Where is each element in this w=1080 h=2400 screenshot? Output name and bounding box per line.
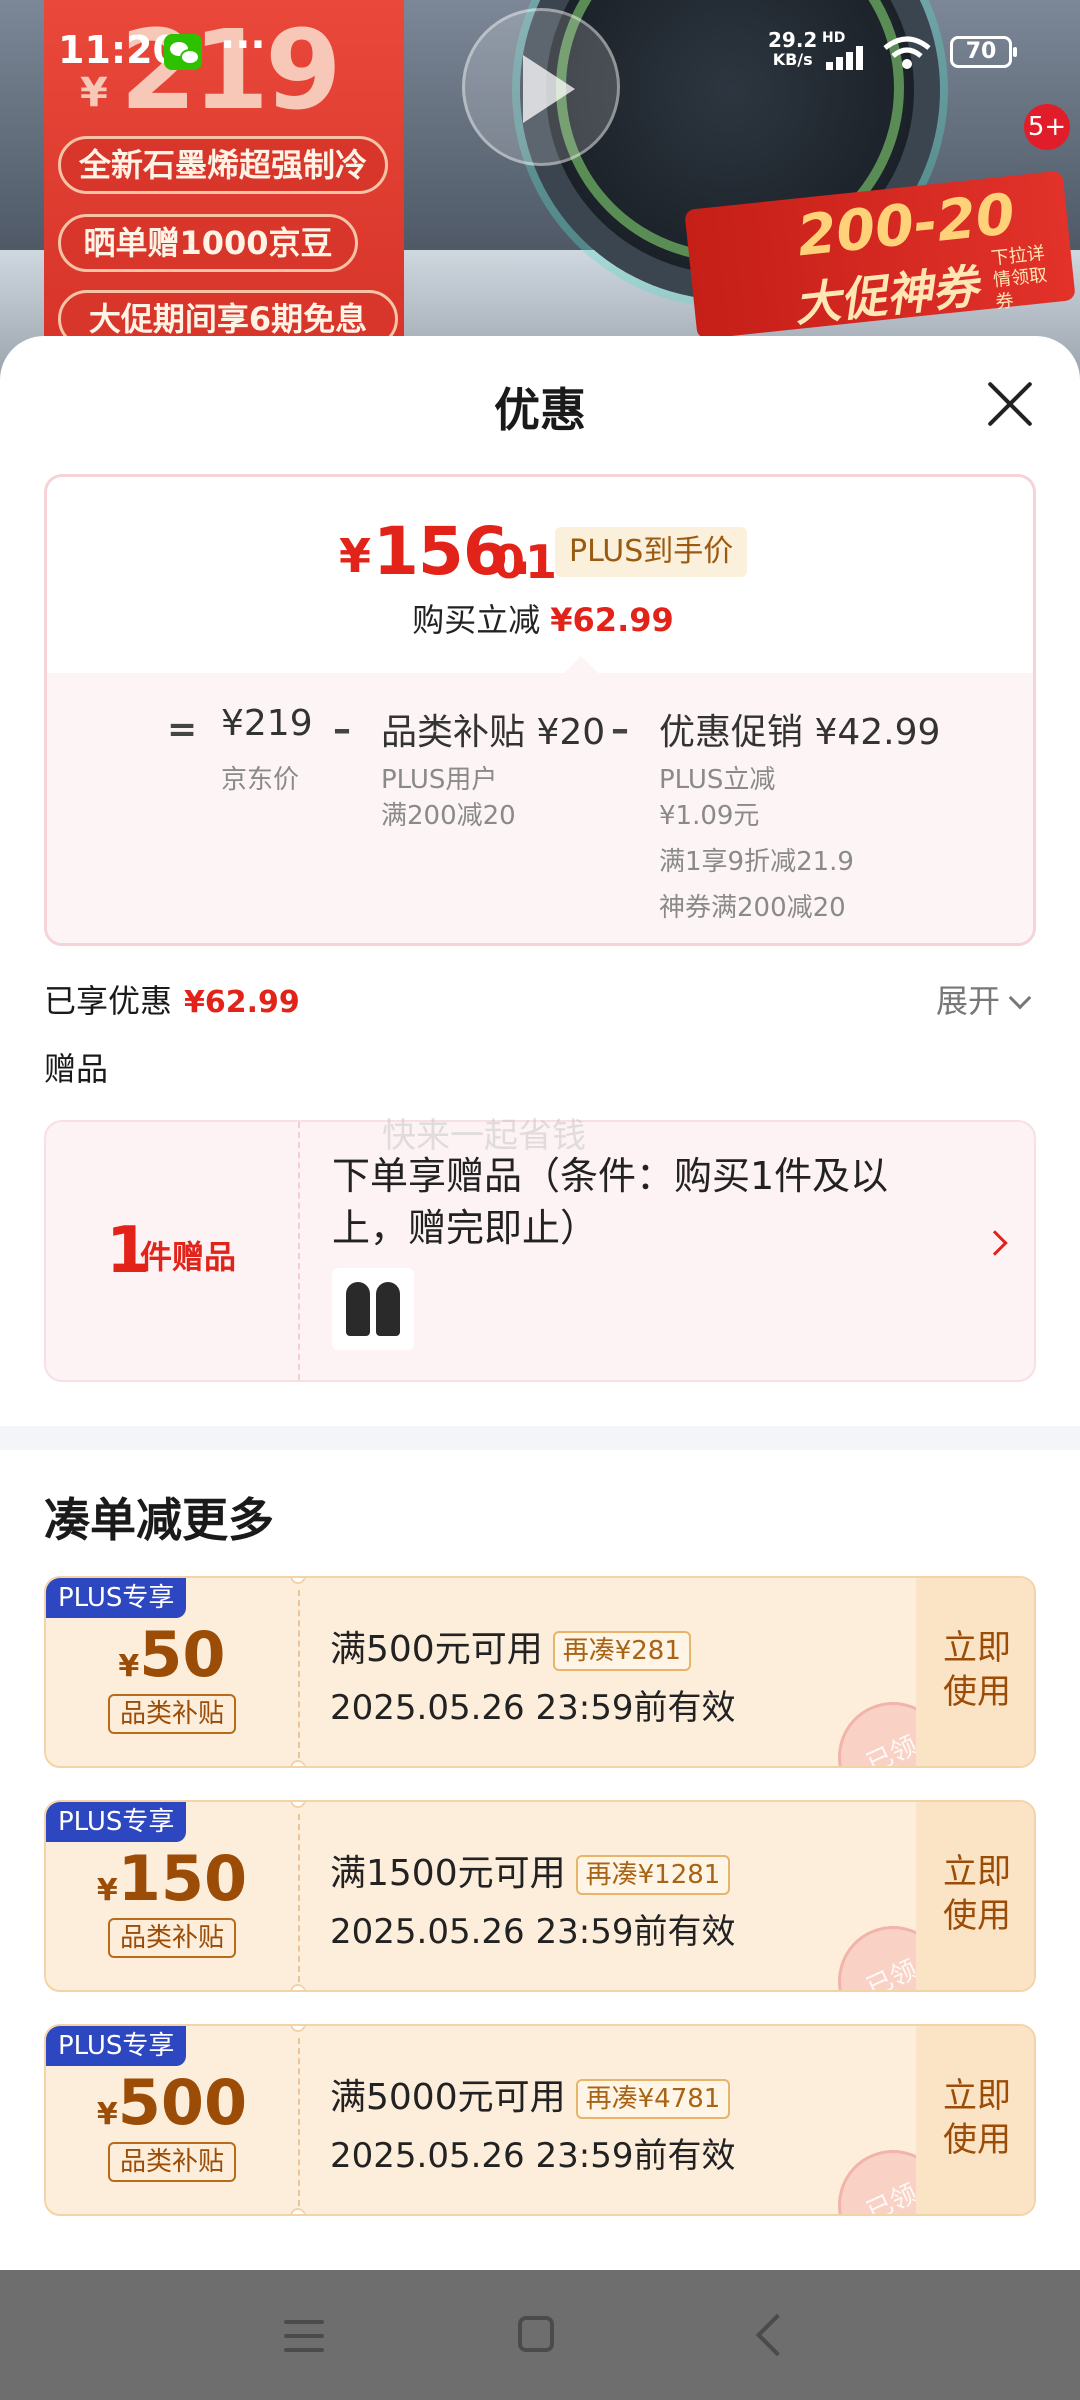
gift-section-label: 赠品: [44, 1050, 109, 1088]
promo-pill-beans: 晒单赠1000京豆: [58, 214, 358, 272]
image-count-badge: 5+: [1024, 104, 1070, 150]
plus-exclusive-tag: PLUS专享: [46, 1578, 187, 1618]
minus-sign: –: [333, 709, 351, 750]
plus-exclusive-tag: PLUS专享: [46, 2026, 187, 2066]
gift-card[interactable]: 快来一起省钱 1 件赠品 下单享赠品（条件：购买1件及以上，赠完即止）: [44, 1116, 1036, 1382]
instant-discount: 购买立减 ¥62.99: [47, 595, 1033, 641]
use-now-button[interactable]: 立即 使用: [916, 2026, 1034, 2214]
wifi-icon: [883, 36, 931, 69]
subsidy-line-2: 满200减20: [381, 801, 516, 831]
promo-discount: 优惠促销 ¥42.99: [659, 712, 941, 753]
section-divider: [0, 1426, 1080, 1450]
wechat-icon: [164, 34, 202, 70]
use-now-line2: 使用: [943, 2120, 1011, 2160]
promo-line-2: ¥1.09元: [659, 801, 760, 831]
coupon-condition-text: 满1500元可用: [330, 1853, 566, 1894]
jd-price: ¥219: [221, 703, 313, 744]
status-time: 11:20: [58, 28, 179, 72]
gift-divider: [298, 1122, 300, 1380]
minus-sign: –: [611, 709, 629, 750]
expand-button[interactable]: 展开: [936, 976, 1032, 1022]
coupon-condition: 满500元可用 再凑¥281: [330, 1620, 691, 1672]
coupon-condition: 满1500元可用 再凑¥1281: [330, 1844, 731, 1896]
coupon-card: ¥150 品类补贴 PLUS专享 满1500元可用 再凑¥1281 2025.05…: [44, 1800, 1036, 1992]
coupon-remaining-tag: 再凑¥281: [552, 1631, 691, 1671]
more-savings-title: 凑单减更多: [44, 1493, 274, 1547]
coupon-value: 500: [117, 2066, 248, 2139]
coupon-condition: 满5000元可用 再凑¥4781: [330, 2068, 731, 2120]
coupon-value: 50: [139, 1618, 226, 1691]
chevron-right-icon: [982, 1230, 1008, 1256]
gift-thumbnail: [332, 1268, 414, 1350]
coupon-remaining-tag: 再凑¥4781: [575, 2079, 731, 2119]
use-now-line1: 立即: [943, 2076, 1011, 2116]
chevron-down-icon: [1008, 986, 1032, 1010]
use-now-line2: 使用: [943, 1896, 1011, 1936]
subsidy-line-1: PLUS用户: [381, 765, 498, 795]
coupon-yen: ¥: [96, 2097, 118, 2132]
close-icon[interactable]: [986, 380, 1034, 428]
coupon-validity: 2025.05.26 23:59前有效: [330, 1688, 736, 1728]
menu-icon[interactable]: [284, 2320, 324, 2352]
net-speed-value: 29.2: [768, 28, 818, 52]
price-summary-box: ¥ 156. 01 PLUS到手价 购买立减 ¥62.99 = ¥219 京东价 …: [44, 474, 1036, 946]
final-price-decimal: 01: [493, 535, 558, 589]
promo-line-3: 满1享9折减21.9: [659, 847, 854, 877]
use-now-line1: 立即: [943, 1628, 1011, 1668]
coupon-banner-hint: 下拉详情领取券: [989, 242, 1049, 314]
coupon-condition-text: 满500元可用: [330, 1629, 543, 1670]
plus-exclusive-tag: PLUS专享: [46, 1802, 187, 1842]
coupon-validity: 2025.05.26 23:59前有效: [330, 2136, 736, 2176]
coupon-amount: ¥50: [46, 1618, 298, 1691]
plus-price-tag: PLUS到手价: [555, 527, 748, 577]
home-icon[interactable]: [518, 2316, 554, 2352]
use-now-button[interactable]: 立即 使用: [916, 1802, 1034, 1990]
coupon-type: 品类补贴: [108, 2142, 237, 2182]
coupon-yen: ¥: [118, 1649, 140, 1684]
promo-pill-graphene: 全新石墨烯超强制冷: [58, 136, 388, 194]
coupon-validity: 2025.05.26 23:59前有效: [330, 1912, 736, 1952]
coupon-type: 品类补贴: [108, 1694, 237, 1734]
promo-line-4: 神券满200减20: [659, 893, 846, 923]
status-bar: 11:20 ··· 29.2 KB/s HD 70: [0, 0, 1080, 100]
use-now-button[interactable]: 立即 使用: [916, 1578, 1034, 1766]
use-now-line1: 立即: [943, 1852, 1011, 1892]
battery-icon: 70: [950, 36, 1017, 68]
gift-description: 下单享赠品（条件：购买1件及以上，赠完即止）: [332, 1154, 889, 1250]
net-speed: 29.2 KB/s: [768, 30, 817, 70]
enjoyed-discount-row: 已享优惠 ¥62.99: [44, 976, 300, 1022]
coupon-condition-text: 满5000元可用: [330, 2077, 566, 2118]
coupon-amount: ¥500: [46, 2066, 298, 2139]
coupon-type: 品类补贴: [108, 1918, 237, 1958]
equals-sign: =: [167, 709, 198, 750]
coupon-value: 150: [117, 1842, 248, 1915]
back-icon[interactable]: [755, 2313, 799, 2357]
coupon-amount: ¥150: [46, 1842, 298, 1915]
enjoyed-value: ¥62.99: [184, 985, 300, 1020]
category-subsidy: 品类补贴 ¥20: [381, 712, 606, 753]
more-dots-icon: ···: [220, 22, 266, 68]
net-speed-unit: KB/s: [772, 50, 813, 69]
instant-discount-label: 购买立减: [412, 601, 541, 639]
promo-line-1: PLUS立减: [659, 765, 776, 795]
coupon-remaining-tag: 再凑¥1281: [575, 1855, 731, 1895]
final-price-yen: ¥: [339, 529, 372, 583]
signal-icon: [826, 44, 870, 70]
coupon-card: ¥50 品类补贴 PLUS专享 满500元可用 再凑¥281 2025.05.26…: [44, 1576, 1036, 1768]
coupon-divider: [298, 2038, 300, 2206]
coupon-yen: ¥: [96, 1873, 118, 1908]
system-nav-bar: [0, 2270, 1080, 2400]
enjoyed-label: 已享优惠: [44, 982, 173, 1020]
jd-price-label: 京东价: [221, 765, 300, 795]
coupon-card: ¥500 品类补贴 PLUS专享 满5000元可用 再凑¥4781 2025.05…: [44, 2024, 1036, 2216]
coupon-divider: [298, 1590, 300, 1758]
coupon-divider: [298, 1814, 300, 1982]
use-now-line2: 使用: [943, 1672, 1011, 1712]
gift-unit: 件赠品: [140, 1238, 237, 1276]
sheet-title: 优惠: [494, 383, 586, 437]
expand-label: 展开: [936, 982, 1001, 1020]
instant-discount-value: ¥62.99: [550, 601, 674, 639]
discount-sheet: 优惠 ¥ 156. 01 PLUS到手价 购买立减 ¥62.99 = ¥219 京…: [0, 336, 1080, 2270]
